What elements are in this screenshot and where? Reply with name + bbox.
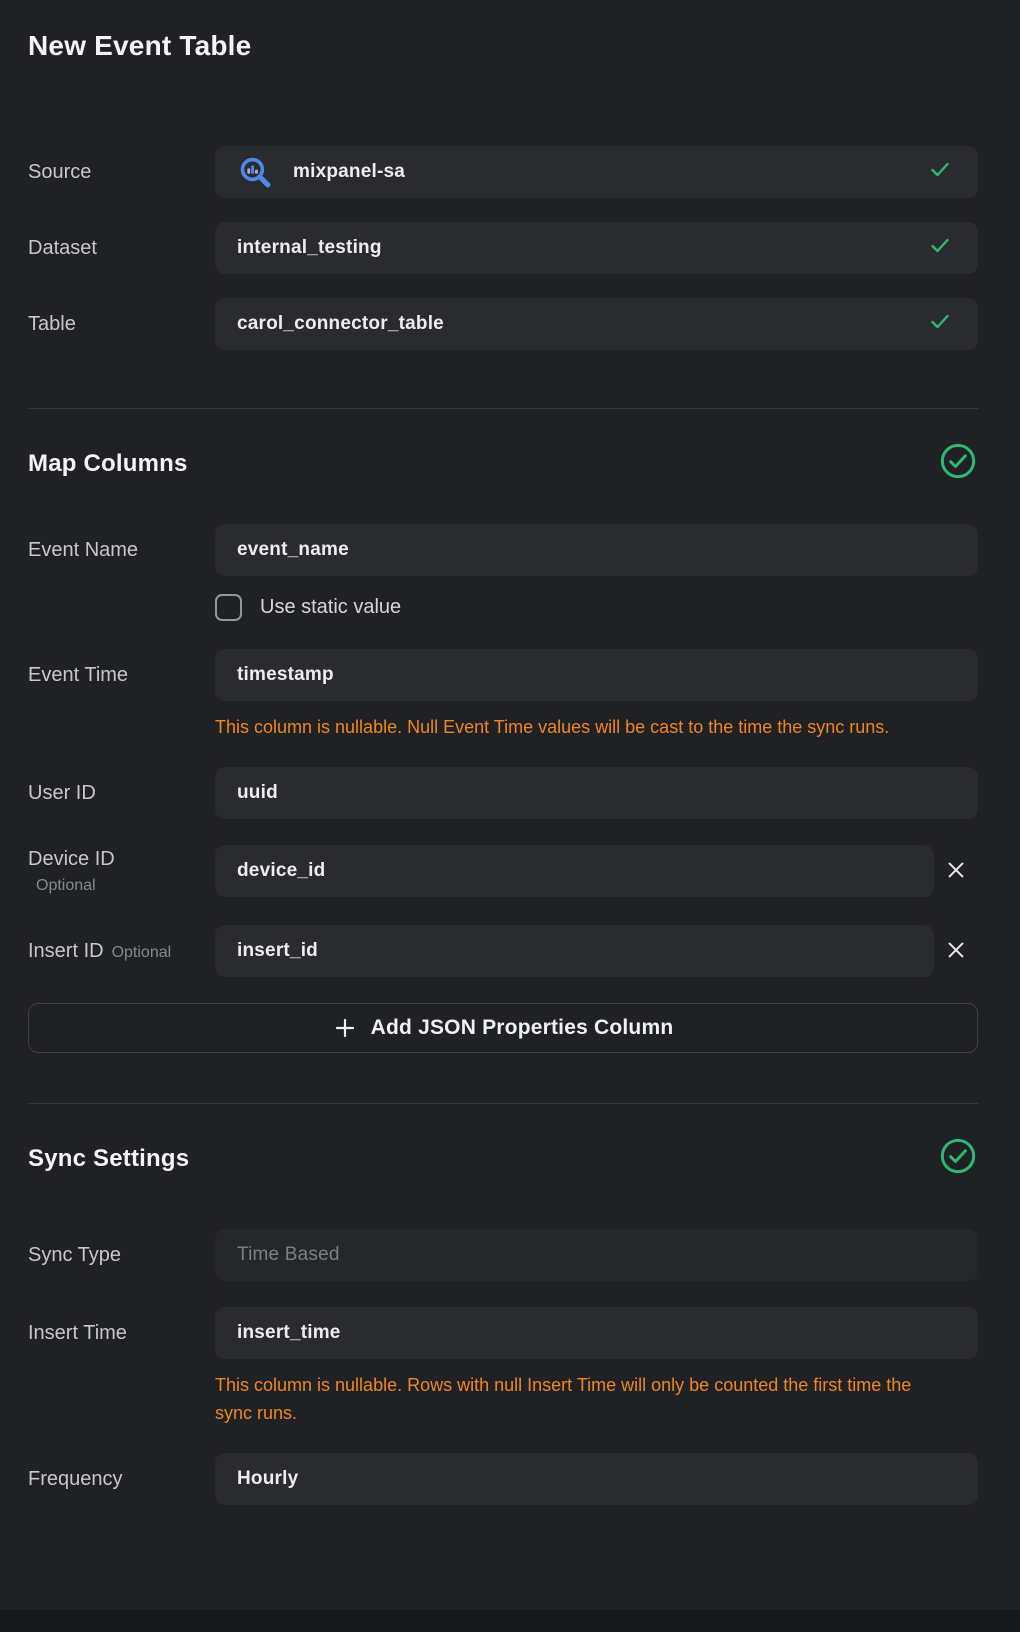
insert-time-row: Insert Time insert_time	[28, 1307, 978, 1359]
new-event-table-form: New Event Table Source mixpanel-sa	[0, 0, 1020, 1505]
device-id-value: device_id	[237, 860, 325, 882]
bigquery-icon	[237, 154, 273, 190]
user-id-select[interactable]: uuid	[215, 767, 978, 819]
event-time-row: Event Time timestamp	[28, 649, 978, 701]
frequency-row: Frequency Hourly	[28, 1453, 978, 1505]
insert-id-row: Insert ID Optional insert_id	[28, 925, 978, 977]
dataset-value: internal_testing	[237, 237, 382, 259]
event-time-warning: This column is nullable. Null Event Time…	[215, 713, 889, 741]
sync-type-value: Time Based	[237, 1244, 340, 1266]
section-divider	[28, 408, 978, 409]
sync-type-select: Time Based	[215, 1229, 978, 1281]
valid-checkmark-icon	[928, 234, 952, 263]
table-select[interactable]: carol_connector_table	[215, 298, 978, 350]
sync-type-row: Sync Type Time Based	[28, 1229, 978, 1281]
user-id-value: uuid	[237, 782, 278, 804]
dataset-row: Dataset internal_testing	[28, 222, 978, 274]
event-time-select[interactable]: timestamp	[215, 649, 978, 701]
x-icon	[945, 939, 967, 964]
user-id-label: User ID	[28, 782, 96, 804]
frequency-label: Frequency	[28, 1468, 123, 1490]
x-icon	[945, 859, 967, 884]
valid-checkmark-icon	[928, 310, 952, 339]
plus-icon	[333, 1016, 357, 1040]
insert-id-value: insert_id	[237, 940, 318, 962]
device-id-label: Device ID	[28, 848, 115, 870]
add-json-properties-label: Add JSON Properties Column	[371, 1016, 674, 1040]
insert-id-select[interactable]: insert_id	[215, 925, 934, 977]
insert-time-warning: This column is nullable. Rows with null …	[215, 1371, 927, 1427]
insert-time-label: Insert Time	[28, 1322, 127, 1344]
sync-settings-header: Sync Settings	[28, 1136, 978, 1181]
insert-id-label: Insert ID	[28, 940, 104, 962]
sync-settings-title: Sync Settings	[28, 1145, 189, 1173]
device-id-select[interactable]: device_id	[215, 845, 934, 897]
event-name-select[interactable]: event_name	[215, 524, 978, 576]
map-columns-header: Map Columns	[28, 441, 978, 486]
insert-id-remove-button[interactable]	[934, 939, 978, 964]
static-value-label: Use static value	[260, 596, 401, 619]
section-complete-icon	[938, 441, 978, 486]
table-value: carol_connector_table	[237, 313, 444, 335]
valid-checkmark-icon	[928, 158, 952, 187]
dataset-label: Dataset	[28, 237, 97, 259]
map-columns-title: Map Columns	[28, 450, 188, 478]
event-name-row: Event Name event_name	[28, 524, 978, 576]
table-label: Table	[28, 313, 76, 335]
user-id-row: User ID uuid	[28, 767, 978, 819]
frequency-value: Hourly	[237, 1468, 298, 1490]
add-json-properties-button[interactable]: Add JSON Properties Column	[28, 1003, 978, 1053]
event-name-value: event_name	[237, 539, 349, 561]
static-value-row: Use static value	[28, 594, 978, 621]
event-time-value: timestamp	[237, 664, 334, 686]
dataset-select[interactable]: internal_testing	[215, 222, 978, 274]
sync-type-label: Sync Type	[28, 1244, 121, 1266]
frequency-select[interactable]: Hourly	[215, 1453, 978, 1505]
device-id-remove-button[interactable]	[934, 859, 978, 884]
insert-time-value: insert_time	[237, 1322, 341, 1344]
insert-time-warning-row: This column is nullable. Rows with null …	[28, 1371, 978, 1427]
static-value-checkbox[interactable]	[215, 594, 242, 621]
event-time-label: Event Time	[28, 664, 128, 686]
bottom-edge-strip	[0, 1610, 1020, 1632]
event-time-warning-row: This column is nullable. Null Event Time…	[28, 713, 978, 741]
source-select[interactable]: mixpanel-sa	[215, 146, 978, 198]
insert-time-select[interactable]: insert_time	[215, 1307, 978, 1359]
device-id-optional-tag: Optional	[36, 877, 215, 895]
source-label: Source	[28, 161, 91, 183]
section-complete-icon	[938, 1136, 978, 1181]
source-row: Source mixpanel-sa	[28, 146, 978, 198]
page-title: New Event Table	[28, 30, 978, 62]
insert-id-optional-tag: Optional	[112, 944, 172, 961]
section-divider	[28, 1103, 978, 1104]
table-row: Table carol_connector_table	[28, 298, 978, 350]
source-value: mixpanel-sa	[293, 161, 405, 183]
device-id-row: Device ID Optional device_id	[28, 845, 978, 897]
event-name-label: Event Name	[28, 539, 138, 561]
